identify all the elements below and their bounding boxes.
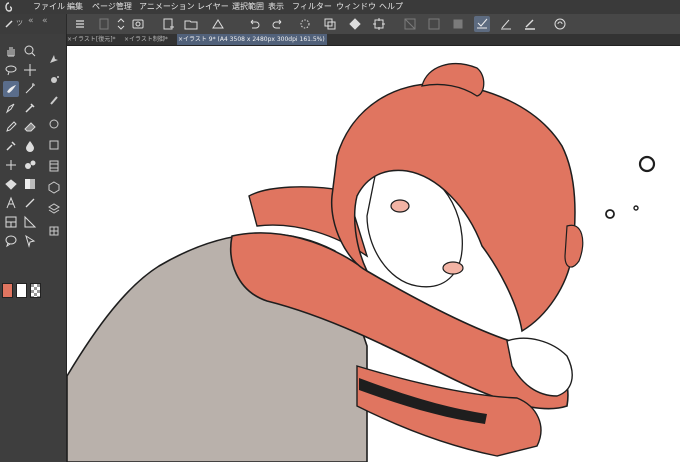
eye-left-shape	[390, 199, 410, 213]
sub-tool-grid-icon[interactable]	[46, 223, 62, 239]
pen-icon[interactable]	[3, 100, 19, 116]
pencil-icon[interactable]	[3, 119, 19, 135]
fill-icon[interactable]	[3, 176, 19, 192]
select-icon[interactable]	[22, 233, 38, 249]
bubble-small-shape	[633, 205, 639, 211]
menu-file[interactable]: ファイル	[33, 0, 65, 14]
app-logo-icon[interactable]	[2, 1, 22, 13]
save-icon[interactable]	[210, 16, 226, 32]
open-icon[interactable]	[183, 16, 199, 32]
transparent-color-swatch[interactable]	[30, 283, 41, 298]
document-tab-bar: × イラスト[復元]* × イラスト制御* × イラスト 9* (A4 3508…	[66, 34, 680, 46]
sub-color-swatch[interactable]	[16, 283, 27, 298]
frame-icon[interactable]	[3, 214, 19, 230]
ruler-icon[interactable]	[22, 214, 38, 230]
redo-icon[interactable]	[270, 16, 286, 32]
tab-label: イラスト制御*	[129, 36, 168, 43]
tab-document-2[interactable]: × イラスト制御*	[123, 34, 176, 45]
artwork-illustration	[67, 63, 656, 462]
line-icon[interactable]	[22, 195, 38, 211]
menu-selection[interactable]: 選択範囲	[232, 0, 264, 14]
eraser-icon[interactable]	[22, 119, 38, 135]
tab-label: イラスト[復元]*	[72, 36, 116, 43]
bubble-large-shape	[638, 155, 656, 173]
lasso-icon[interactable]	[3, 62, 19, 78]
ruler-icon[interactable]	[297, 16, 313, 32]
tab-label: イラスト 9* (A4 3508 x 2480px 300dpi 161.5%)	[183, 36, 325, 43]
hair-side-shape	[564, 224, 584, 268]
layer-icon[interactable]	[322, 16, 338, 32]
menu-layer[interactable]: レイヤー	[197, 0, 229, 14]
brush-icon[interactable]	[3, 81, 19, 97]
hide-icon[interactable]	[402, 16, 418, 32]
sub-tool-brush-icon[interactable]	[46, 51, 62, 67]
menu-animation[interactable]: アニメーション	[139, 0, 195, 14]
main-color-swatch[interactable]	[2, 283, 13, 298]
move-icon[interactable]	[22, 62, 38, 78]
drawing-canvas[interactable]	[67, 46, 680, 462]
tab-document-3[interactable]: × イラスト 9* (A4 3508 x 2480px 300dpi 161.5…	[177, 34, 327, 45]
undo-icon[interactable]	[246, 16, 262, 32]
hand-icon[interactable]	[3, 43, 19, 59]
color-swatches	[2, 283, 46, 299]
new-icon[interactable]	[96, 16, 112, 32]
shape-icon[interactable]	[22, 157, 38, 173]
airbrush-icon[interactable]	[3, 138, 19, 154]
close-icon[interactable]: ×	[124, 34, 129, 45]
ink-icon[interactable]	[3, 157, 19, 173]
transform-icon[interactable]	[371, 16, 387, 32]
brush-icon[interactable]	[498, 16, 514, 32]
fill-icon[interactable]	[347, 16, 363, 32]
zoom-icon[interactable]	[22, 43, 38, 59]
sub-tool-cube-icon[interactable]	[46, 179, 62, 195]
tab-document-1[interactable]: × イラスト[復元]*	[66, 34, 122, 45]
command-bar	[0, 14, 680, 35]
chevron-updown-icon[interactable]	[113, 16, 129, 32]
close-icon[interactable]: ×	[178, 34, 183, 45]
menu-view[interactable]: 表示	[268, 0, 284, 14]
pen-icon[interactable]	[4, 19, 14, 29]
menu-icon[interactable]	[72, 16, 88, 32]
settings-icon[interactable]	[552, 16, 568, 32]
menu-window[interactable]: ウィンドウ	[336, 0, 376, 14]
menu-filter[interactable]: フィルター	[292, 0, 332, 14]
snapshot-icon[interactable]	[130, 16, 146, 32]
collapse-right-icon[interactable]: «	[42, 16, 48, 26]
paste-icon[interactable]	[450, 16, 466, 32]
text-icon[interactable]	[3, 195, 19, 211]
sub-tool-circle-icon[interactable]	[46, 116, 62, 132]
sub-tool-splash-icon[interactable]	[46, 72, 62, 88]
sub-tool-layers-icon[interactable]	[46, 200, 62, 216]
sub-tool-film-icon[interactable]	[46, 158, 62, 174]
palette-header: ツ « «	[0, 14, 67, 34]
eye-right-shape	[442, 261, 464, 275]
gradient-icon[interactable]	[22, 176, 38, 192]
copy-icon[interactable]	[426, 16, 442, 32]
menu-help[interactable]: ヘルプ	[379, 0, 403, 14]
pen-icon[interactable]	[522, 16, 538, 32]
palette-tab-label[interactable]: ツ	[16, 18, 23, 28]
bubble-medium-shape	[605, 209, 615, 219]
magic-wand-icon[interactable]	[22, 81, 38, 97]
close-icon[interactable]: ×	[67, 34, 72, 45]
menu-edit[interactable]: 編集	[67, 0, 83, 14]
blend-icon[interactable]	[22, 138, 38, 154]
new-canvas-icon[interactable]	[160, 16, 176, 32]
balloon-icon[interactable]	[3, 233, 19, 249]
sub-tool-square-icon[interactable]	[46, 137, 62, 153]
check-icon[interactable]	[474, 16, 490, 32]
eyedropper-icon[interactable]	[22, 100, 38, 116]
sub-tool-marker-icon[interactable]	[46, 93, 62, 109]
tool-palette	[0, 34, 67, 462]
menu-bar: ファイル 編集 ページ管理 アニメーション レイヤー 選択範囲 表示 フィルター…	[0, 0, 680, 14]
menu-page-management[interactable]: ページ管理	[92, 0, 132, 14]
collapse-left-icon[interactable]: «	[28, 16, 34, 26]
